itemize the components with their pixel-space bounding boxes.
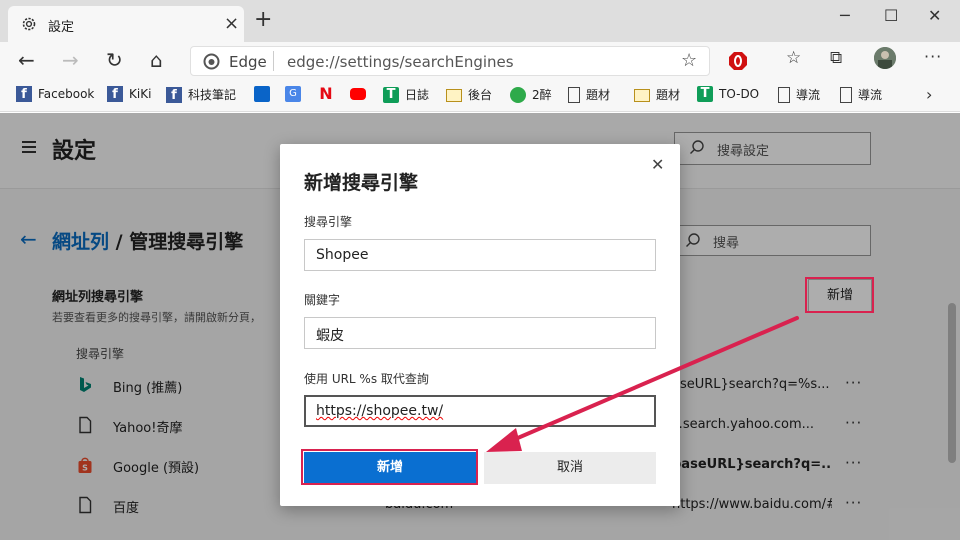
bookmark-item[interactable] xyxy=(350,86,372,100)
profile-avatar[interactable] xyxy=(874,47,896,69)
bookmark-label: 導流 xyxy=(858,88,883,102)
bookmark-label: TO-DO xyxy=(719,87,760,101)
facebook-icon: f xyxy=(107,86,123,102)
keyword-label: 關鍵字 xyxy=(304,293,341,307)
bookmark-label: 日誌 xyxy=(405,88,430,102)
bookmark-label: 2醉 xyxy=(532,88,552,102)
bookmark-item[interactable]: 題材 xyxy=(568,86,610,103)
engine-name-field[interactable]: Shopee xyxy=(304,239,656,271)
bookmark-label: 科技筆記 xyxy=(188,88,237,102)
minimize-icon[interactable]: ─ xyxy=(840,6,850,25)
adblock-extension-icon[interactable] xyxy=(728,51,748,71)
back-icon[interactable]: ← xyxy=(18,48,35,72)
page-icon xyxy=(778,86,790,103)
address-bar[interactable]: Edge edge://settings/searchEngines ☆ xyxy=(190,46,710,76)
window-close-icon[interactable]: ✕ xyxy=(928,6,941,25)
maximize-icon[interactable]: ☐ xyxy=(884,6,898,25)
close-icon[interactable]: ✕ xyxy=(651,155,664,174)
highlight-box xyxy=(301,449,478,485)
favorite-star-icon[interactable]: ☆ xyxy=(681,50,697,71)
bookmark-item[interactable]: f 科技筆記 xyxy=(166,86,236,103)
bookmark-label: 導流 xyxy=(796,88,821,102)
bookmark-item[interactable]: 題材 xyxy=(634,86,680,103)
bookmark-item[interactable]: T 日誌 xyxy=(383,86,429,103)
sheets-icon: T xyxy=(383,86,399,103)
engine-name-value: Shopee xyxy=(316,247,369,263)
gear-icon xyxy=(22,17,36,31)
refresh-icon[interactable]: ↻ xyxy=(106,48,123,72)
netflix-icon: N xyxy=(319,84,333,103)
browser-menu-icon[interactable]: ··· xyxy=(924,47,942,66)
facebook-icon: f xyxy=(16,86,32,102)
sheets-icon: T xyxy=(697,86,713,102)
tab-title: 設定 xyxy=(48,20,75,35)
browser-tab[interactable]: 設定 × xyxy=(8,6,244,42)
page-icon xyxy=(840,86,852,103)
navigation-bar: ← → ↻ ⌂ Edge edge://settings/searchEngin… xyxy=(0,42,960,80)
outlook-icon xyxy=(254,86,270,102)
url-field[interactable]: https://shopee.tw/ xyxy=(304,395,656,427)
bookmark-item[interactable]: f KiKi xyxy=(107,86,151,102)
cancel-button[interactable]: 取消 xyxy=(484,452,656,484)
favorites-icon[interactable]: ☆ xyxy=(786,48,801,68)
bookmark-item[interactable]: 2醉 xyxy=(510,86,552,103)
share-icon xyxy=(510,86,526,103)
page-icon xyxy=(568,86,580,103)
keyword-field[interactable]: 蝦皮 xyxy=(304,317,656,349)
url-text[interactable]: edge://settings/searchEngines xyxy=(287,53,514,71)
collections-icon[interactable]: ⧉ xyxy=(830,48,842,68)
facebook-icon: f xyxy=(166,86,182,103)
keyword-value: 蝦皮 xyxy=(316,328,344,344)
bookmark-label: 題材 xyxy=(656,88,681,102)
bookmarks-bar: f Facebook f KiKi f 科技筆記 G N T 日誌 後台 2醉 … xyxy=(0,80,960,112)
translate-icon: G xyxy=(285,86,301,102)
bookmark-item[interactable]: 導流 xyxy=(778,86,820,103)
engine-name-label: 搜尋引擎 xyxy=(304,215,353,229)
folder-icon xyxy=(446,89,462,102)
url-label: 使用 URL %s 取代查詢 xyxy=(304,372,429,386)
bookmark-item[interactable]: f Facebook xyxy=(16,86,94,102)
bookmark-item[interactable] xyxy=(254,86,276,102)
bookmark-label: 題材 xyxy=(586,88,611,102)
site-name: Edge xyxy=(229,53,267,71)
edge-icon xyxy=(203,53,220,70)
bookmark-item[interactable]: T TO-DO xyxy=(697,86,759,102)
bookmark-label: KiKi xyxy=(129,87,152,101)
bookmark-item[interactable]: G xyxy=(285,86,307,102)
bookmark-item[interactable]: 導流 xyxy=(840,86,882,103)
address-divider xyxy=(273,51,274,71)
forward-icon[interactable]: → xyxy=(62,48,79,72)
new-tab-button[interactable]: + xyxy=(254,9,272,31)
bookmark-label: 後台 xyxy=(468,88,493,102)
title-bar: 設定 × + ─ ☐ ✕ xyxy=(0,0,960,42)
url-value: https://shopee.tw/ xyxy=(316,403,444,419)
folder-icon xyxy=(634,89,650,102)
bookmark-label: Facebook xyxy=(38,87,95,101)
tab-close-icon[interactable]: × xyxy=(224,13,239,34)
highlight-box xyxy=(805,277,874,313)
bookmark-item[interactable]: 後台 xyxy=(446,86,492,103)
home-icon[interactable]: ⌂ xyxy=(150,48,163,72)
dialog-title: 新增搜尋引擎 xyxy=(304,172,419,194)
youtube-icon xyxy=(350,88,366,100)
bookmark-item[interactable]: N xyxy=(318,86,340,102)
chevron-right-icon[interactable]: › xyxy=(926,85,932,104)
